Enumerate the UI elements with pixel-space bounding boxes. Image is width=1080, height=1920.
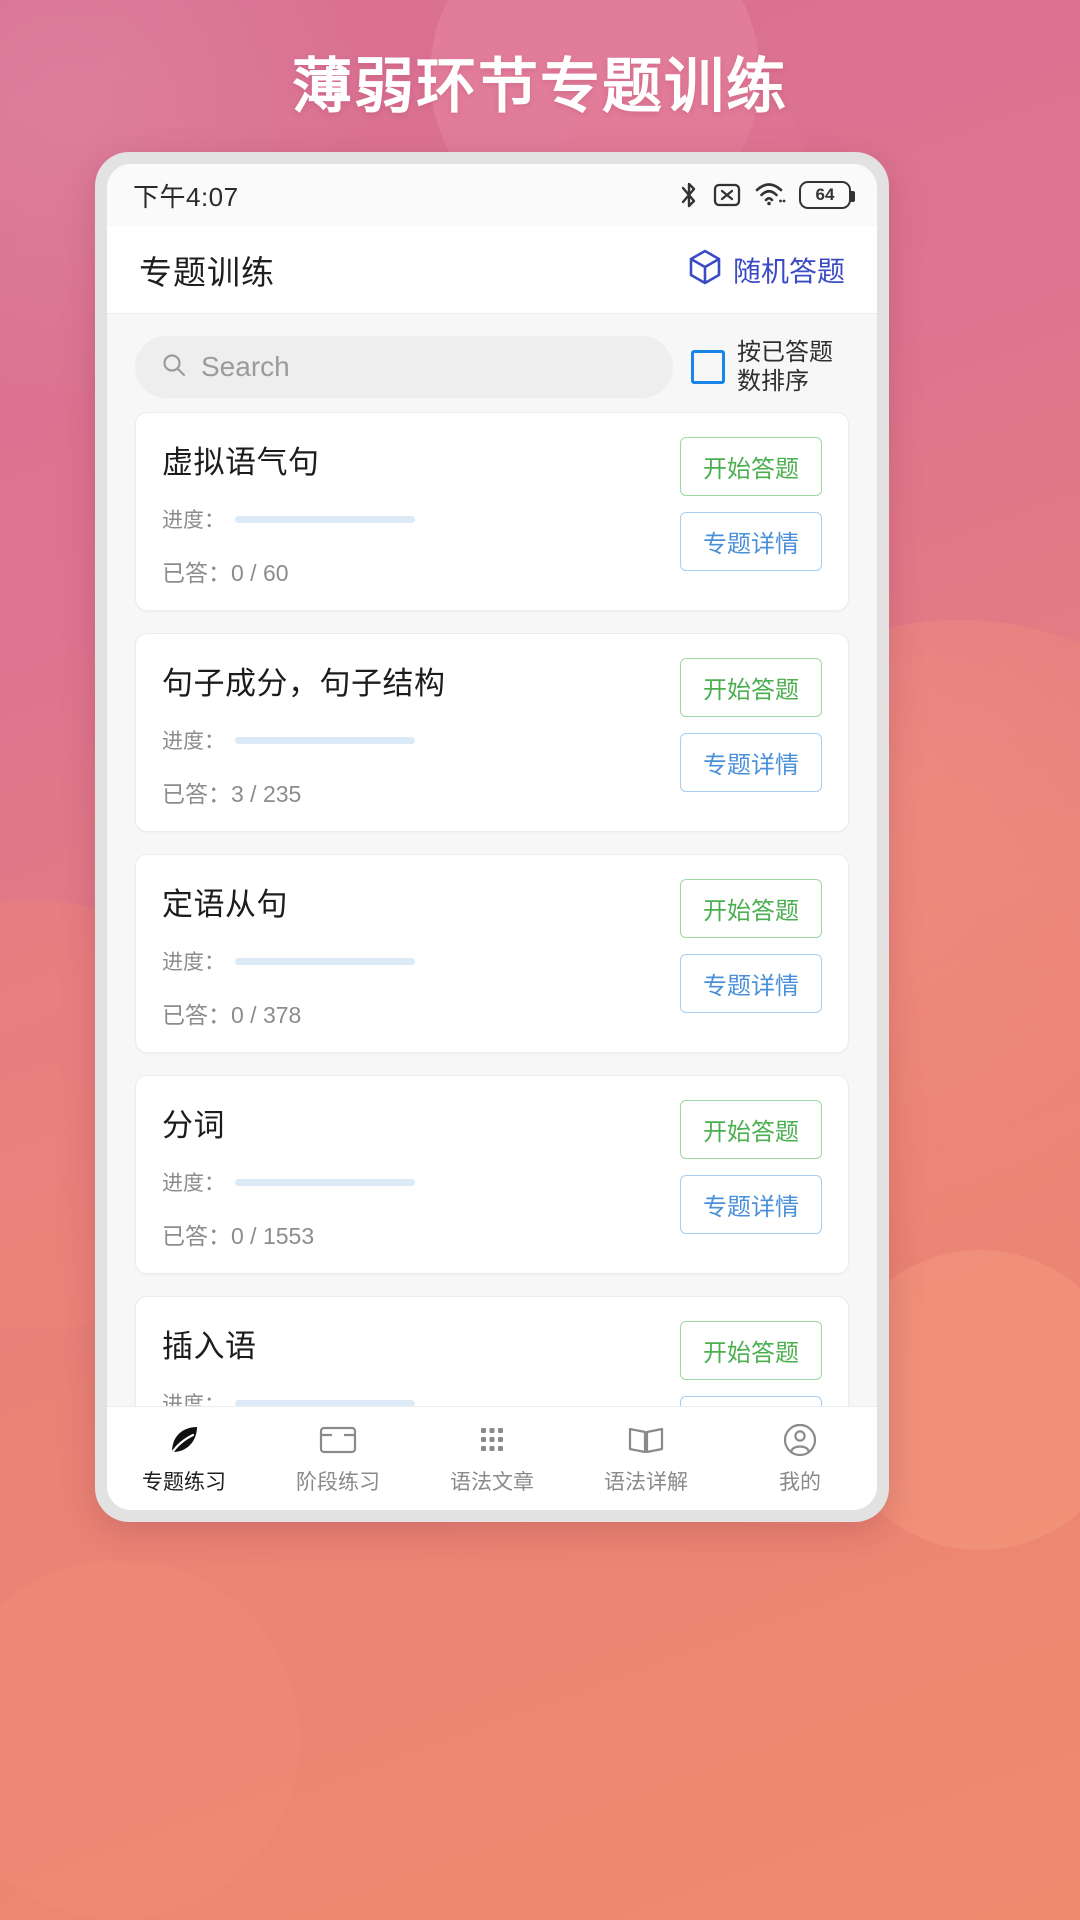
progress-bar xyxy=(235,737,415,744)
answered-count: 已答：3 / 235 xyxy=(162,775,664,809)
progress-bar xyxy=(235,1400,415,1407)
topic-title: 定语从句 xyxy=(162,879,664,924)
search-icon xyxy=(161,352,187,383)
topic-actions: 开始答题 专题详情 xyxy=(680,879,822,1013)
search-placeholder: Search xyxy=(201,351,290,383)
start-quiz-button[interactable]: 开始答题 xyxy=(680,879,822,938)
topic-actions: 开始答题 专题详情 xyxy=(680,1100,822,1234)
topic-title: 虚拟语气句 xyxy=(162,437,664,482)
topic-title: 分词 xyxy=(162,1100,664,1145)
tab-topic-practice[interactable]: 专题练习 xyxy=(107,1421,261,1496)
main-content: Search 按已答题数排序 虚拟语气句 进度： 已答：0 / 60 xyxy=(107,314,877,1406)
tab-label: 阶段练习 xyxy=(296,1466,380,1496)
no-sim-icon xyxy=(713,181,741,209)
topic-title: 句子成分，句子结构 xyxy=(162,658,664,703)
progress-row: 进度： xyxy=(162,504,664,534)
background-blob xyxy=(0,1560,300,1920)
book-icon xyxy=(626,1421,666,1459)
tab-grammar-articles[interactable]: 语法文章 xyxy=(415,1421,569,1496)
battery-level: 64 xyxy=(816,185,835,205)
start-quiz-button[interactable]: 开始答题 xyxy=(680,437,822,496)
topic-list: 虚拟语气句 进度： 已答：0 / 60 开始答题 专题详情 句子成分 xyxy=(107,412,877,1406)
bottom-navigation: 专题练习 阶段练习 语法文章 xyxy=(107,1406,877,1510)
grid-dots-icon xyxy=(474,1421,510,1459)
topic-detail-button[interactable]: 专题详情 xyxy=(680,1175,822,1234)
tab-stage-practice[interactable]: 阶段练习 xyxy=(261,1421,415,1496)
answered-count: 已答：0 / 378 xyxy=(162,996,664,1030)
status-time: 下午4:07 xyxy=(133,177,239,214)
progress-bar xyxy=(235,1179,415,1186)
topic-actions: 开始答题 专题详情 xyxy=(680,1321,822,1406)
answered-count: 已答：0 / 60 xyxy=(162,554,664,588)
progress-label: 进度： xyxy=(162,504,225,534)
tab-label: 专题练习 xyxy=(142,1466,226,1496)
progress-label: 进度： xyxy=(162,1388,225,1406)
start-quiz-button[interactable]: 开始答题 xyxy=(680,658,822,717)
search-row: Search 按已答题数排序 xyxy=(107,314,877,412)
answered-count: 已答：0 / 1553 xyxy=(162,1217,664,1251)
topic-detail-button[interactable]: 专题详情 xyxy=(680,1396,822,1406)
start-quiz-button[interactable]: 开始答题 xyxy=(680,1100,822,1159)
sort-checkbox[interactable] xyxy=(691,350,725,384)
bluetooth-icon xyxy=(678,180,700,210)
phone-screen: 下午4:07 64 xyxy=(107,164,877,1510)
person-icon xyxy=(781,1421,819,1459)
topic-detail-button[interactable]: 专题详情 xyxy=(680,512,822,571)
topic-info: 分词 进度： 已答：0 / 1553 xyxy=(162,1100,680,1251)
tab-label: 我的 xyxy=(779,1466,821,1496)
progress-bar xyxy=(235,516,415,523)
progress-row: 进度： xyxy=(162,1388,664,1406)
hero-title: 薄弱环节专题训练 xyxy=(0,38,1080,125)
progress-label: 进度： xyxy=(162,946,225,976)
topic-actions: 开始答题 专题详情 xyxy=(680,658,822,792)
topic-detail-button[interactable]: 专题详情 xyxy=(680,733,822,792)
phone-frame: 下午4:07 64 xyxy=(95,152,889,1522)
topic-title: 插入语 xyxy=(162,1321,664,1366)
status-bar: 下午4:07 64 xyxy=(107,164,877,226)
progress-label: 进度： xyxy=(162,725,225,755)
progress-row: 进度： xyxy=(162,725,664,755)
progress-row: 进度： xyxy=(162,946,664,976)
progress-label: 进度： xyxy=(162,1167,225,1197)
topic-info: 插入语 进度： 已答：0 / 64 xyxy=(162,1321,680,1406)
start-quiz-button[interactable]: 开始答题 xyxy=(680,1321,822,1380)
list-item[interactable]: 定语从句 进度： 已答：0 / 378 开始答题 专题详情 xyxy=(135,854,849,1053)
cube-icon xyxy=(688,249,722,290)
list-item[interactable]: 插入语 进度： 已答：0 / 64 开始答题 专题详情 xyxy=(135,1296,849,1406)
topic-actions: 开始答题 专题详情 xyxy=(680,437,822,571)
list-item[interactable]: 虚拟语气句 进度： 已答：0 / 60 开始答题 专题详情 xyxy=(135,412,849,611)
tab-label: 语法详解 xyxy=(604,1466,688,1496)
list-item[interactable]: 句子成分，句子结构 进度： 已答：3 / 235 开始答题 专题详情 xyxy=(135,633,849,832)
progress-row: 进度： xyxy=(162,1167,664,1197)
leaf-icon xyxy=(165,1421,203,1459)
random-quiz-label: 随机答题 xyxy=(733,250,845,290)
sort-label: 按已答题数排序 xyxy=(737,338,849,397)
page-title: 专题训练 xyxy=(139,246,275,294)
list-item[interactable]: 分词 进度： 已答：0 / 1553 开始答题 专题详情 xyxy=(135,1075,849,1274)
cards-icon xyxy=(318,1421,358,1459)
progress-bar xyxy=(235,958,415,965)
topic-info: 定语从句 进度： 已答：0 / 378 xyxy=(162,879,680,1030)
wifi-icon xyxy=(754,182,786,208)
topic-info: 虚拟语气句 进度： 已答：0 / 60 xyxy=(162,437,680,588)
tab-label: 语法文章 xyxy=(450,1466,534,1496)
topic-info: 句子成分，句子结构 进度： 已答：3 / 235 xyxy=(162,658,680,809)
search-input[interactable]: Search xyxy=(135,336,673,398)
topic-detail-button[interactable]: 专题详情 xyxy=(680,954,822,1013)
random-quiz-button[interactable]: 随机答题 xyxy=(688,249,845,290)
status-icons: 64 xyxy=(678,180,851,210)
tab-profile[interactable]: 我的 xyxy=(723,1421,877,1496)
app-header: 专题训练 随机答题 xyxy=(107,226,877,314)
tab-grammar-explained[interactable]: 语法详解 xyxy=(569,1421,723,1496)
battery-icon: 64 xyxy=(799,181,851,209)
sort-by-answered-toggle[interactable]: 按已答题数排序 xyxy=(691,338,849,397)
